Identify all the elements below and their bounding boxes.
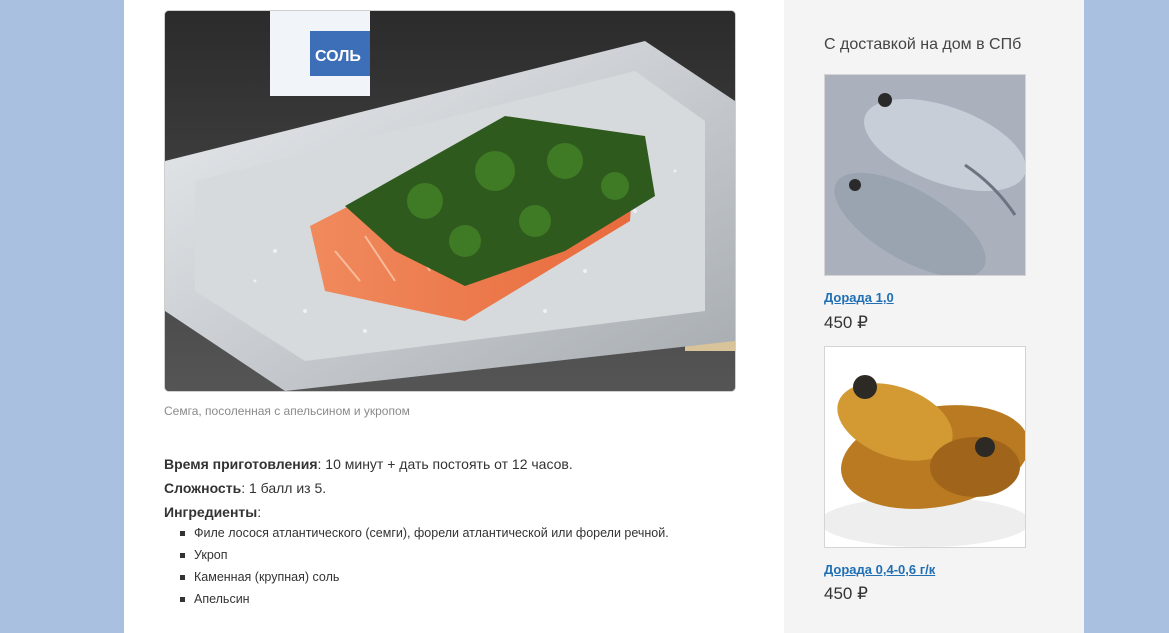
sidebar-title: С доставкой на дом в СПб: [824, 36, 1022, 53]
prep-time-label: Время приготовления: [164, 456, 318, 472]
list-item: Апельсин: [180, 588, 669, 610]
product-link-dorada-1[interactable]: Дорада 1,0: [824, 290, 894, 305]
product-price-dorada-1: 450 ₽: [824, 313, 868, 332]
list-item: Укроп: [180, 544, 669, 566]
prep-time-line: Время приготовления: 10 минут + дать пос…: [164, 452, 573, 476]
difficulty-line: Сложность: 1 балл из 5.: [164, 476, 573, 500]
ingredients-heading: Ингредиенты:: [164, 500, 573, 524]
ingredients-list: Филе лосося атлантического (семги), форе…: [180, 522, 669, 610]
prep-time-value: : 10 минут + дать постоять от 12 часов.: [317, 456, 573, 472]
ingredients-colon: :: [257, 504, 262, 520]
photo-caption: Семга, посоленная с апельсином и укропом: [164, 404, 410, 418]
product-image-dorada[interactable]: [824, 74, 1026, 276]
ingredients-label: Ингредиенты: [164, 504, 258, 520]
difficulty-value: : 1 балл из 5.: [241, 480, 327, 496]
salt-box-label: СОЛЬ: [315, 48, 361, 65]
product-link-dorada-smoked[interactable]: Дорада 0,4-0,6 г/к: [824, 562, 935, 577]
list-item: Филе лосося атлантического (семги), форе…: [180, 522, 669, 544]
product-image-smoked-dorada[interactable]: [824, 346, 1026, 548]
recipe-info: Время приготовления: 10 минут + дать пос…: [164, 452, 573, 524]
salmon-photo: СОЛЬ: [164, 10, 736, 392]
product-price-dorada-smoked: 450 ₽: [824, 584, 868, 603]
difficulty-label: Сложность: [164, 480, 242, 496]
list-item: Каменная (крупная) соль: [180, 566, 669, 588]
